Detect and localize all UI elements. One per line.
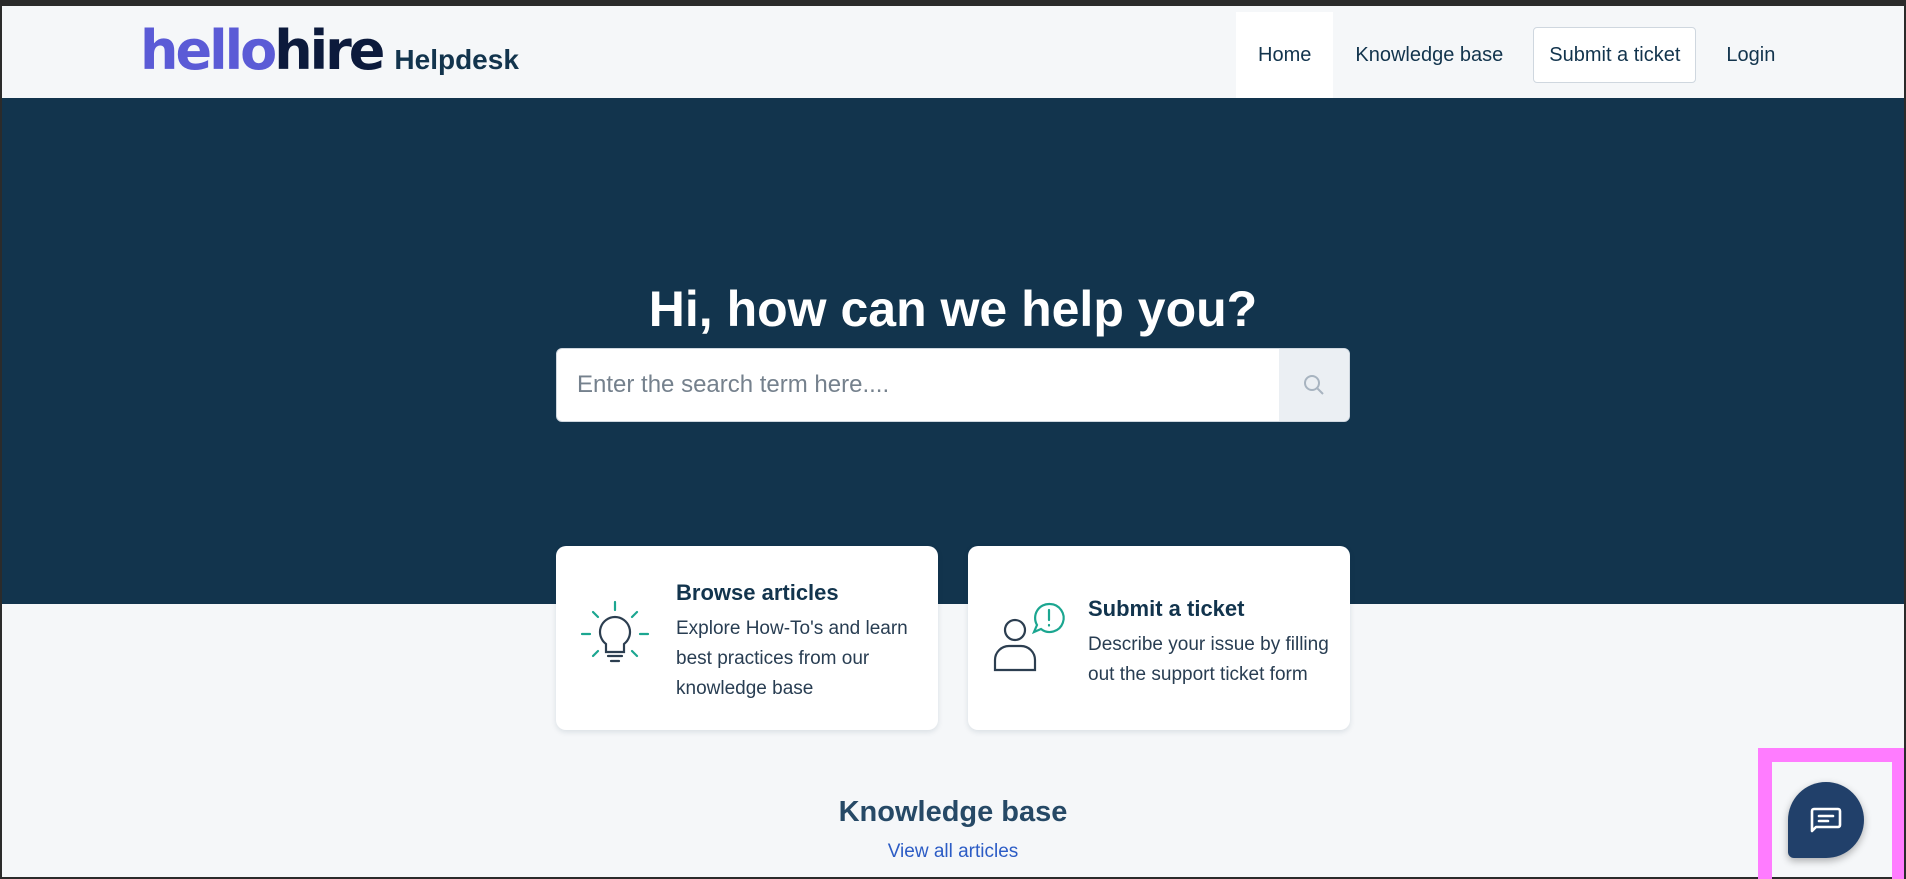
user-alert-icon [992,600,1068,681]
nav-home[interactable]: Home [1236,12,1334,98]
knowledge-base-heading: Knowledge base [838,796,1068,828]
logo-part-hello: hello [140,19,277,82]
search-input[interactable] [557,349,1279,421]
browse-articles-description: Explore How-To's and learn best practice… [676,618,908,699]
search-button[interactable] [1279,349,1349,421]
nav-submit-ticket-button[interactable]: Submit a ticket [1533,27,1697,83]
chat-widget-button[interactable] [1788,782,1864,858]
chat-icon [1810,807,1842,833]
view-all-articles-link[interactable]: View all articles [2,841,1904,863]
lightbulb-icon [580,600,650,681]
logo-part-hire: hire [274,19,385,82]
nav-knowledge-base[interactable]: Knowledge base [1333,12,1525,98]
browse-articles-card[interactable]: Browse articles Explore How-To's and lea… [556,546,938,730]
header: hellohire Helpdesk Home Knowledge base S… [2,6,1904,98]
hero-title: Hi, how can we help you? [648,281,1258,337]
hero-banner: Hi, how can we help you? [2,98,1904,604]
search-bar [556,348,1350,422]
search-icon [1304,375,1324,395]
submit-ticket-card[interactable]: Submit a ticket Describe your issue by f… [968,546,1350,730]
nav-login[interactable]: Login [1704,12,1797,98]
logo[interactable]: hellohire Helpdesk [140,20,519,82]
submit-ticket-title: Submit a ticket [1088,596,1245,621]
top-nav: Home Knowledge base Submit a ticket Logi… [1236,12,1797,98]
browse-articles-title: Browse articles [676,580,839,605]
submit-ticket-description: Describe your issue by filling out the s… [1088,634,1329,685]
logo-subtitle: Helpdesk [394,44,519,75]
